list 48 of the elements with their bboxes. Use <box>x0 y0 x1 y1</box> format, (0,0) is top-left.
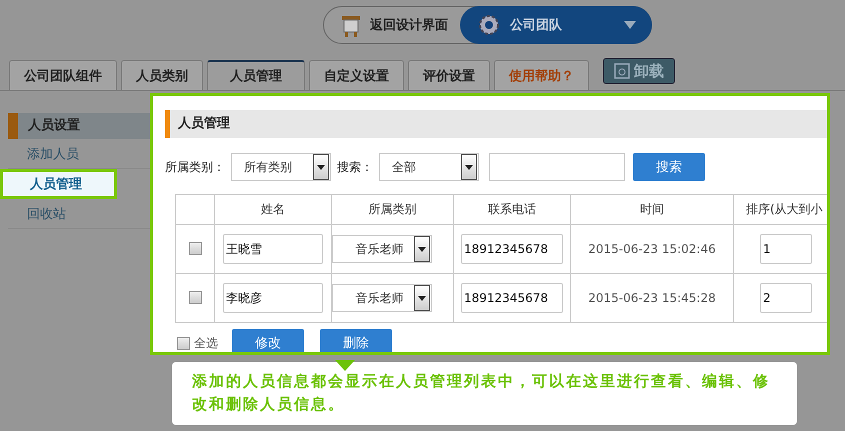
recycle-bin-icon <box>614 63 630 79</box>
category-select[interactable]: 音乐老师 <box>332 235 432 263</box>
order-field[interactable]: 1 <box>760 234 812 264</box>
name-field[interactable]: 王晓雪 <box>223 234 323 264</box>
tab[interactable]: 自定义设置 <box>309 60 404 90</box>
time-text: 2015-06-23 15:02:46 <box>588 242 716 256</box>
column-header: 联系电话 <box>488 202 536 216</box>
select-all-checkbox[interactable] <box>177 336 190 350</box>
phone-field[interactable]: 18912345678 <box>461 283 563 313</box>
search-scope-select[interactable]: 全部 <box>379 153 479 181</box>
phone-field[interactable]: 18912345678 <box>461 234 563 264</box>
tooltip-text: 添加的人员信息都会显示在人员管理列表中，可以在这里进行查看、编辑、修改和删除人员信息。 <box>192 371 771 415</box>
action-button[interactable]: 修改 <box>232 329 304 352</box>
action-button[interactable]: 删除 <box>320 329 392 352</box>
category-select[interactable]: 所有类别 <box>231 153 331 181</box>
sidebar-heading: 人员设置 <box>8 113 150 139</box>
column-header: 排序(从大到小 <box>746 202 823 216</box>
module-selector[interactable]: 公司团队 <box>460 6 652 44</box>
uninstall-button[interactable]: 卸载 <box>603 58 675 84</box>
search-label: 搜索： <box>337 158 373 176</box>
caret-icon <box>317 164 325 170</box>
caret-icon <box>418 246 426 252</box>
column-header: 姓名 <box>261 202 285 216</box>
sidebar-item[interactable]: 人员管理 <box>0 169 117 199</box>
gear-icon <box>478 14 500 36</box>
row-checkbox[interactable] <box>188 242 202 256</box>
tab[interactable]: 人员管理 <box>207 60 305 90</box>
caret-icon <box>465 164 473 170</box>
select-all-label: 全选 <box>194 334 218 352</box>
name-field[interactable]: 李晓彦 <box>223 283 323 313</box>
row-checkbox[interactable] <box>188 291 202 304</box>
back-button[interactable]: 返回设计界面 <box>324 7 460 43</box>
tab[interactable]: 人员类别 <box>121 60 203 90</box>
tab[interactable]: 公司团队组件 <box>9 60 117 90</box>
order-field[interactable]: 2 <box>760 283 812 313</box>
category-select[interactable]: 音乐老师 <box>332 284 432 312</box>
time-text: 2015-06-23 15:45:28 <box>588 290 716 304</box>
search-button[interactable]: 搜索 <box>633 153 705 181</box>
tooltip-pointer <box>335 360 355 371</box>
easel-icon <box>340 13 362 37</box>
panel-title: 人员管理 <box>165 110 827 138</box>
caret-icon <box>624 21 636 29</box>
column-header: 所属类别 <box>368 202 416 216</box>
caret-icon <box>418 296 426 300</box>
category-label: 所属类别： <box>165 158 225 176</box>
column-header: 时间 <box>640 202 664 216</box>
tab[interactable]: 评价设置 <box>408 60 490 90</box>
search-field[interactable] <box>489 153 625 181</box>
